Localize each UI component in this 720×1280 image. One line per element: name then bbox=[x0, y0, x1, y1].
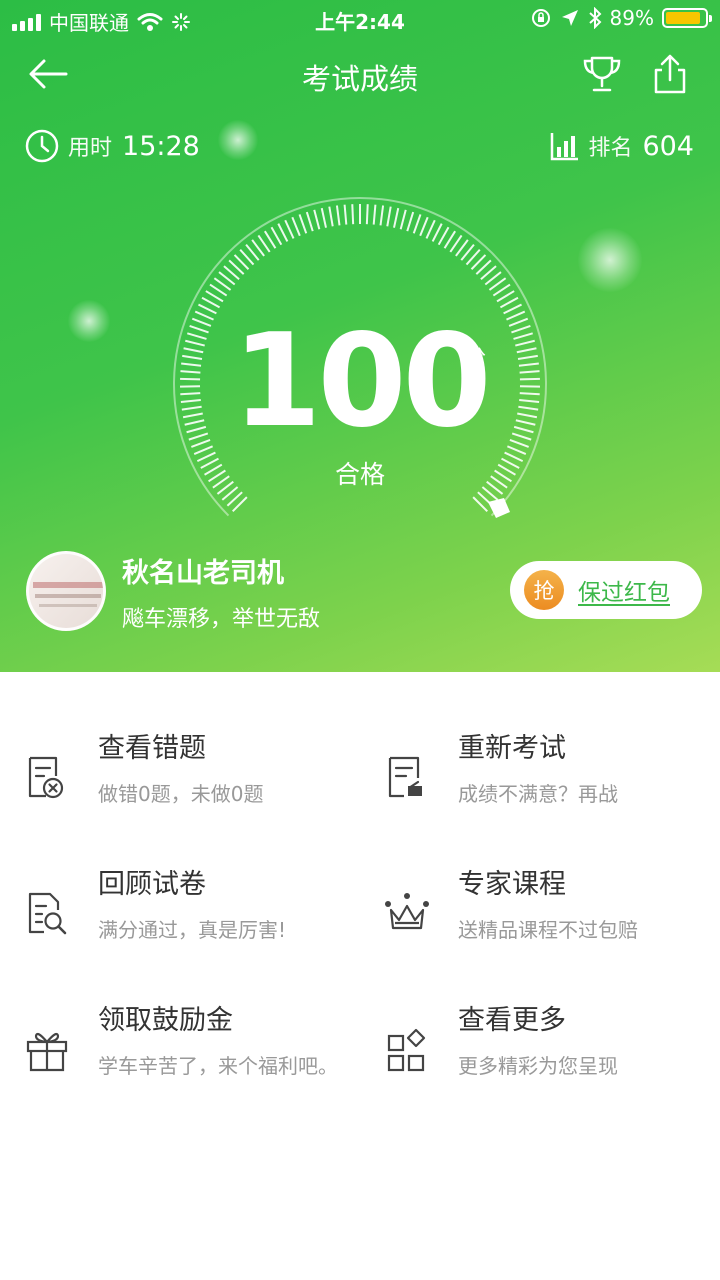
gift-icon bbox=[26, 1032, 68, 1072]
gauge-tick bbox=[198, 303, 217, 315]
gauge-tick bbox=[372, 204, 377, 225]
gauge-tick bbox=[412, 214, 422, 234]
gauge-tick bbox=[313, 209, 321, 230]
gauge-tick bbox=[506, 445, 527, 455]
wrong-answers-icon bbox=[28, 756, 64, 799]
gauge-tick bbox=[437, 226, 450, 246]
bluetooth-icon bbox=[588, 7, 601, 29]
rotation-lock-icon bbox=[531, 9, 550, 27]
rank-value: 604 bbox=[642, 130, 694, 162]
avatar[interactable] bbox=[26, 551, 106, 631]
time-used: 用时 15:28 bbox=[24, 126, 200, 166]
gauge-tick bbox=[328, 206, 334, 227]
red-packet-label: 保过红包 bbox=[578, 580, 670, 606]
gauge-tick bbox=[291, 216, 301, 237]
action-expert-course[interactable]: 专家课程 送精品课程不过包赔 bbox=[384, 862, 720, 972]
gauge-tick bbox=[201, 296, 221, 309]
gauge-tick bbox=[343, 204, 348, 225]
action-review-paper[interactable]: 回顾试卷 满分通过，真是厉害! bbox=[24, 862, 364, 972]
action-subtitle: 更多精彩为您呈现 bbox=[458, 1054, 618, 1078]
gauge-tick bbox=[305, 211, 314, 232]
gauge-tick bbox=[419, 216, 429, 237]
action-title: 重新考试 bbox=[458, 733, 566, 764]
user-motto: 飚车漂移，举世无敌 bbox=[122, 607, 321, 632]
crown-icon bbox=[385, 893, 429, 930]
action-subtitle: 送精品课程不过包赔 bbox=[458, 918, 638, 942]
gauge-tick bbox=[277, 223, 289, 242]
time-label: 用时 bbox=[68, 136, 113, 161]
action-retake-exam[interactable]: 重新考试 成绩不满意？再战 bbox=[384, 726, 720, 836]
gauge-tick bbox=[399, 209, 407, 230]
guarantee-red-packet-button[interactable]: 抢 保过红包 bbox=[510, 561, 702, 619]
status-bar: 中国联通 上午2:44 89% bbox=[0, 0, 720, 38]
gauge-tick bbox=[499, 296, 519, 309]
gauge-tick bbox=[365, 204, 369, 225]
gauge-tick bbox=[351, 204, 355, 225]
action-claim-bonus[interactable]: 领取鼓励金 学车辛苦了，来个福利吧。 bbox=[24, 998, 364, 1108]
review-paper-icon bbox=[28, 892, 67, 935]
action-view-more[interactable]: 查看更多 更多精彩为您呈现 bbox=[384, 998, 720, 1108]
action-view-wrong-answers[interactable]: 查看错题 做错0题，未做0题 bbox=[24, 726, 364, 836]
action-subtitle: 学车辛苦了，来个福利吧。 bbox=[98, 1054, 338, 1078]
retake-exam-icon bbox=[388, 756, 422, 798]
battery-icon bbox=[662, 8, 712, 28]
gauge-tick bbox=[335, 205, 341, 226]
gauge-tick bbox=[379, 205, 385, 226]
gauge-tick bbox=[425, 219, 436, 239]
gauge-tick bbox=[270, 226, 283, 246]
time-value: 15:28 bbox=[122, 130, 200, 162]
score-value: 100 bbox=[232, 307, 491, 456]
action-title: 查看更多 bbox=[458, 1005, 566, 1036]
pass-status: 合格 bbox=[334, 460, 385, 489]
share-icon[interactable] bbox=[648, 52, 692, 96]
gauge-tick bbox=[503, 303, 522, 315]
action-title: 领取鼓励金 bbox=[98, 1005, 233, 1036]
location-icon bbox=[561, 10, 578, 26]
clock-icon bbox=[25, 129, 59, 163]
bar-chart-icon bbox=[551, 133, 579, 161]
gauge-tick bbox=[431, 223, 443, 242]
action-subtitle: 满分通过，真是厉害! bbox=[98, 918, 287, 942]
gauge-tick bbox=[298, 214, 308, 234]
gauge-tick bbox=[320, 207, 327, 228]
action-title: 回顾试卷 bbox=[98, 869, 206, 900]
trophy-icon[interactable] bbox=[580, 52, 624, 96]
gauge-tick bbox=[386, 206, 392, 227]
gauge-tick bbox=[284, 219, 295, 239]
battery-percent: 89% bbox=[609, 6, 654, 30]
action-subtitle: 成绩不满意？再战 bbox=[458, 782, 618, 806]
grab-badge: 抢 bbox=[524, 570, 564, 610]
more-grid-icon bbox=[387, 1028, 426, 1072]
score-unit: 分 bbox=[467, 346, 487, 368]
user-name: 秋名山老司机 bbox=[122, 558, 284, 589]
nav-bar: 考试成绩 bbox=[0, 42, 720, 106]
rank: 排名 604 bbox=[550, 126, 694, 166]
action-title: 专家课程 bbox=[458, 869, 566, 900]
gauge-tick bbox=[193, 445, 214, 455]
rank-label: 排名 bbox=[588, 136, 633, 161]
action-title: 查看错题 bbox=[98, 733, 206, 764]
gauge-tick bbox=[393, 207, 400, 228]
action-subtitle: 做错0题，未做0题 bbox=[98, 782, 264, 806]
gauge-tick bbox=[406, 211, 415, 232]
